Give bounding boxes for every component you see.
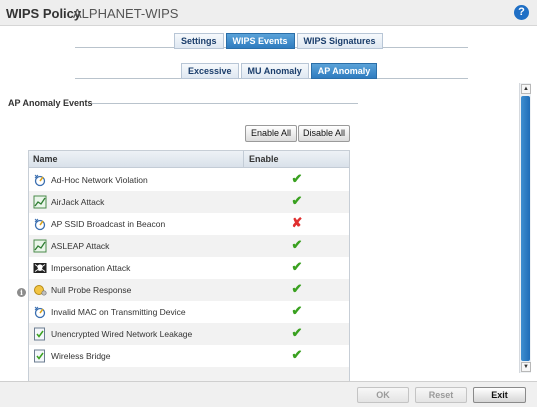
table-row[interactable]: Invalid MAC on Transmitting Device ✔ [29,301,349,323]
disabled-cross-icon[interactable]: ✘ [291,216,303,230]
tab-wips-events[interactable]: WIPS Events [225,33,295,49]
document-check-icon [34,327,45,341]
table-row[interactable]: Wireless Bridge ✔ [29,345,349,367]
events-table: Name Enable Ad-Hoc Network Violation ✔ A… [28,150,350,381]
policy-name: ALPHANET-WIPS [73,6,179,21]
event-name: Impersonation Attack [51,263,131,273]
footer-bar: OK Reset Exit [0,381,537,407]
event-name: AP SSID Broadcast in Beacon [51,219,166,229]
column-header-name[interactable]: Name [33,154,58,164]
table-row [29,367,349,381]
section-title: AP Anomaly Events [8,98,93,108]
chart-icon [33,239,47,253]
tab-ap-anomaly[interactable]: AP Anomaly [310,63,378,79]
scroll-up-icon[interactable]: ▲ [521,84,531,94]
enabled-check-icon[interactable]: ✔ [291,282,303,296]
network-violation-icon [34,218,46,231]
disable-all-button[interactable]: Disable All [298,125,350,142]
tab-settings[interactable]: Settings [174,33,224,49]
chart-icon [33,195,47,209]
table-row[interactable]: Impersonation Attack ✔ [29,257,349,279]
tab-excessive[interactable]: Excessive [181,63,239,79]
enabled-check-icon[interactable]: ✔ [291,238,303,252]
table-row[interactable]: AirJack Attack ✔ [29,191,349,213]
enabled-check-icon[interactable]: ✔ [291,348,303,362]
enable-all-button[interactable]: Enable All [245,125,297,142]
table-header: Name Enable [29,151,349,168]
help-icon[interactable]: ? [514,5,529,20]
skull-icon [33,263,47,273]
section-divider [92,103,358,104]
scroll-down-icon[interactable]: ▼ [521,362,531,372]
enabled-check-icon[interactable]: ✔ [291,326,303,340]
main-tabs: Settings WIPS Events WIPS Signatures [174,33,383,49]
main-content: Settings WIPS Events WIPS Signatures Exc… [0,27,518,381]
ok-button[interactable]: OK [357,387,409,403]
event-name: AirJack Attack [51,197,105,207]
title-bar: WIPS Policy ALPHANET-WIPS ? [0,0,537,26]
table-row[interactable]: ASLEAP Attack ✔ [29,235,349,257]
vertical-scrollbar[interactable]: ▲ ▼ [519,83,531,373]
document-check-icon [34,349,45,363]
probe-icon [34,285,47,296]
event-name: Invalid MAC on Transmitting Device [51,307,186,317]
enabled-check-icon[interactable]: ✔ [291,260,303,274]
info-icon[interactable]: i [17,288,26,297]
event-name: Null Probe Response [51,285,132,295]
enabled-check-icon[interactable]: ✔ [291,172,303,186]
table-row[interactable]: Unencrypted Wired Network Leakage ✔ [29,323,349,345]
scrollbar-thumb[interactable] [521,96,530,361]
exit-button[interactable]: Exit [473,387,526,403]
event-name: ASLEAP Attack [51,241,110,251]
enabled-check-icon[interactable]: ✔ [291,304,303,318]
network-violation-icon [34,306,46,319]
event-name: Unencrypted Wired Network Leakage [51,329,193,339]
sub-tabs: Excessive MU Anomaly AP Anomaly [181,63,378,79]
table-row[interactable]: Ad-Hoc Network Violation ✔ [29,169,349,191]
event-name: Ad-Hoc Network Violation [51,175,148,185]
page-title: WIPS Policy [6,6,82,21]
table-row[interactable]: Null Probe Response ✔ [29,279,349,301]
reset-button[interactable]: Reset [415,387,467,403]
enabled-check-icon[interactable]: ✔ [291,194,303,208]
tab-wips-signatures[interactable]: WIPS Signatures [296,33,383,49]
column-header-enable[interactable]: Enable [249,154,279,164]
tab-mu-anomaly[interactable]: MU Anomaly [240,63,309,79]
event-name: Wireless Bridge [51,351,111,361]
column-divider [243,151,244,168]
network-violation-icon [34,174,46,187]
table-row[interactable]: AP SSID Broadcast in Beacon ✘ [29,213,349,235]
